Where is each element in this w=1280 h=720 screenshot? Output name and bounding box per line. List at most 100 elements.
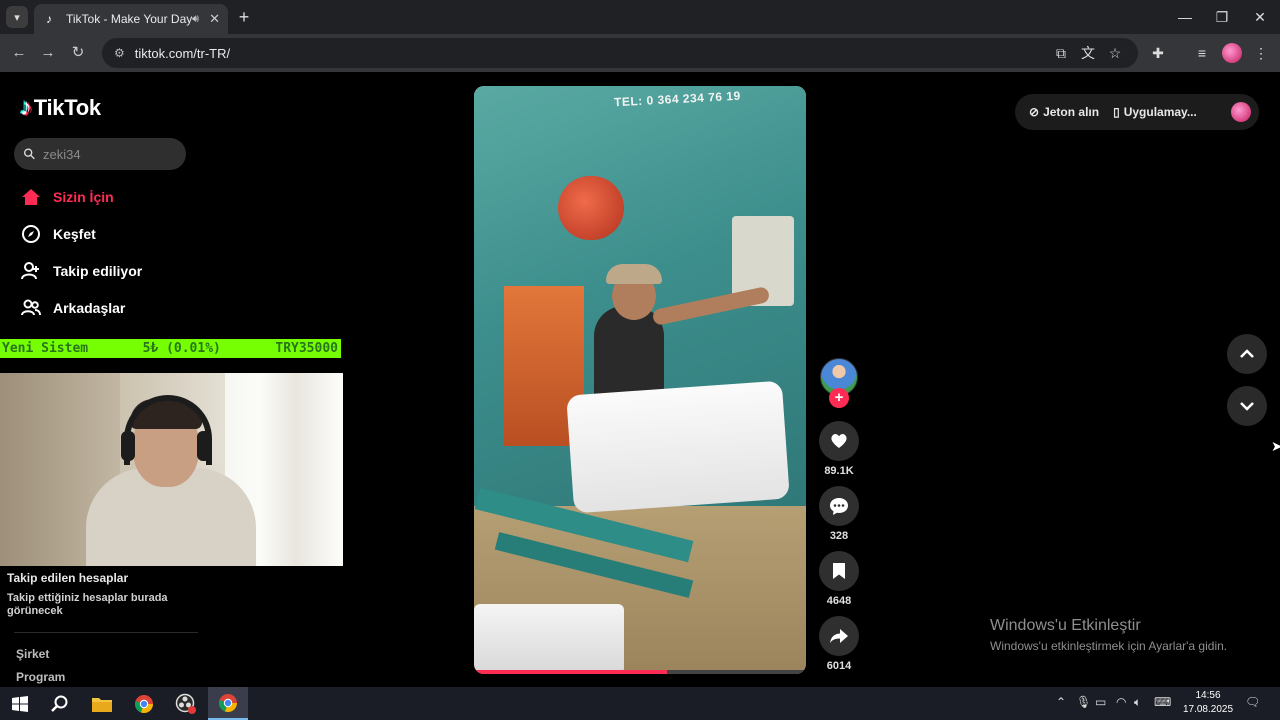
donation-overlay-banner: Yeni Sistem 5₺ (0.01%) TRY35000	[0, 339, 341, 358]
nav-item-explore[interactable]: Keşfet	[20, 219, 96, 249]
tiktok-note-icon: ♪	[20, 94, 32, 121]
banner-middle-text: 5₺ (0.01%)	[142, 341, 221, 356]
top-right-bar: ⊘ Jeton alın ▯ Uygulamay...	[1015, 94, 1259, 130]
browser-tabbar: ▾ ♪ TikTok - Make Your Day 🔊︎ ✕ + — ❐ ✕	[0, 0, 1280, 34]
compass-icon	[20, 223, 42, 245]
windows-taskbar: ⌃ 🎙︎ ▭ ◠ 🔈︎ ⌨ 14:56 17.08.2025 🗨︎	[0, 687, 1280, 720]
keyboard-icon[interactable]: ⌨	[1154, 695, 1171, 709]
chevron-down-icon	[1240, 402, 1254, 411]
tab-list-button[interactable]: ▾	[6, 6, 28, 28]
bookmark-star-icon[interactable]: ☆	[1104, 42, 1126, 64]
chrome-icon	[218, 693, 238, 712]
browser-tab[interactable]: ♪ TikTok - Make Your Day 🔊︎ ✕	[34, 4, 228, 34]
windows-activate-title: Windows'u Etkinleştir	[990, 617, 1141, 634]
video-player[interactable]: TEL: 0 364 234 76 19	[474, 86, 806, 674]
logo-text: TikTok	[33, 95, 101, 120]
get-coins-label: Jeton alın	[1043, 105, 1100, 119]
user-follow-icon	[20, 260, 42, 282]
clock-date: 17.08.2025	[1182, 704, 1234, 715]
next-video-button[interactable]	[1227, 386, 1267, 426]
sidebar-divider	[14, 632, 198, 633]
obs-icon	[175, 693, 196, 714]
chrome-menu-icon[interactable]: ⋮	[1250, 42, 1272, 64]
get-app-button[interactable]: ▯ Uygulamay...	[1113, 105, 1197, 119]
comment-count: 328	[829, 530, 849, 542]
install-app-icon[interactable]: ⧉	[1050, 42, 1072, 64]
footer-link-program[interactable]: Program	[16, 670, 65, 684]
nav-item-label: Takip ediliyor	[53, 263, 143, 279]
get-coins-button[interactable]: ⊘ Jeton alın	[1029, 105, 1099, 119]
comment-button[interactable]	[819, 486, 859, 526]
tray-overflow-icon[interactable]: ⌃	[1056, 695, 1066, 709]
previous-video-button[interactable]	[1227, 334, 1267, 374]
nav-item-label: Arkadaşlar	[53, 300, 126, 316]
extensions-icon[interactable]: ✚	[1147, 42, 1169, 64]
speaker-icon[interactable]: 🔊︎	[192, 13, 199, 26]
taskbar-search-button[interactable]	[40, 687, 80, 720]
url-text: tiktok.com/tr-TR/	[134, 45, 231, 61]
start-button[interactable]	[0, 687, 40, 720]
folder-icon	[92, 697, 112, 712]
forward-button[interactable]: →	[37, 42, 59, 64]
reload-button[interactable]: ↻	[67, 42, 89, 64]
media-control-icon[interactable]: ≡	[1191, 42, 1213, 64]
coin-icon: ⊘	[1029, 105, 1040, 119]
tiktok-favicon-icon: ♪	[46, 12, 52, 26]
close-window-button[interactable]: ✕	[1245, 6, 1275, 28]
search-icon	[51, 695, 68, 712]
profile-avatar[interactable]	[1231, 102, 1251, 122]
nav-item-for-you[interactable]: Sizin İçin	[20, 182, 114, 212]
share-button[interactable]	[819, 616, 859, 656]
home-icon	[20, 186, 42, 208]
save-button[interactable]	[819, 551, 859, 591]
close-tab-icon[interactable]: ✕	[209, 11, 220, 27]
search-icon: ⚲	[19, 144, 40, 165]
taskbar-clock[interactable]: 14:56 17.08.2025	[1180, 689, 1236, 717]
like-count: 89.1K	[824, 465, 854, 477]
get-app-label: Uygulamay...	[1123, 105, 1197, 119]
chrome-taskbar-button[interactable]	[124, 687, 164, 720]
battery-icon[interactable]: ▭	[1095, 695, 1106, 709]
windows-activate-desc: Windows'u etkinleştirmek için Ayarlar'a …	[990, 639, 1228, 653]
chrome-icon	[134, 694, 154, 713]
followed-accounts-desc: Takip ettiğiniz hesaplar burada görünece…	[7, 592, 168, 617]
webcam-overlay	[0, 373, 343, 566]
notifications-icon[interactable]: 🗨︎	[1245, 695, 1260, 709]
wifi-icon[interactable]: ◠	[1116, 695, 1126, 709]
nav-item-friends[interactable]: Arkadaşlar	[20, 293, 125, 323]
minimize-button[interactable]: —	[1170, 6, 1200, 28]
like-button[interactable]	[819, 421, 859, 461]
video-progress-fill	[474, 670, 667, 674]
file-explorer-button[interactable]	[82, 687, 122, 720]
new-tab-button[interactable]: +	[234, 7, 254, 27]
address-bar[interactable]: ⚙ tiktok.com/tr-TR/	[102, 38, 1138, 68]
microphone-icon[interactable]: 🎙︎	[1076, 695, 1091, 709]
save-count: 4648	[826, 595, 852, 607]
obs-taskbar-button[interactable]	[166, 687, 206, 720]
translate-icon[interactable]: 文	[1077, 42, 1099, 64]
tab-title: TikTok - Make Your Day	[66, 12, 193, 26]
volume-icon[interactable]: 🔈︎	[1134, 695, 1141, 710]
share-count: 6014	[826, 660, 852, 672]
follow-plus-button[interactable]: +	[829, 388, 849, 408]
tiktok-page: ♪ TikTok ⚲ Sizin İçin Keşfet Takip edili…	[0, 72, 1280, 687]
search-input[interactable]	[43, 146, 163, 162]
footer-link-company[interactable]: Şirket	[16, 647, 49, 661]
bookmark-icon	[833, 563, 845, 579]
mouse-cursor-icon: ➤	[1271, 438, 1280, 454]
tiktok-logo[interactable]: ♪ TikTok	[20, 94, 101, 122]
back-button[interactable]: ←	[8, 42, 30, 64]
maximize-button[interactable]: ❐	[1207, 6, 1237, 28]
friends-icon	[20, 297, 42, 319]
video-progress-bar[interactable]	[474, 670, 806, 674]
banner-right-text: TRY35000	[275, 341, 338, 356]
comment-icon	[830, 498, 848, 515]
chrome-profile-avatar[interactable]	[1222, 43, 1242, 63]
chrome-active-taskbar-button[interactable]	[208, 687, 248, 720]
site-info-icon[interactable]: ⚙	[114, 46, 125, 60]
chevron-up-icon	[1240, 349, 1254, 358]
search-box[interactable]: ⚲	[14, 138, 186, 170]
nav-item-label: Keşfet	[53, 226, 96, 242]
nav-item-following[interactable]: Takip ediliyor	[20, 256, 142, 286]
nav-item-label: Sizin İçin	[53, 189, 114, 205]
